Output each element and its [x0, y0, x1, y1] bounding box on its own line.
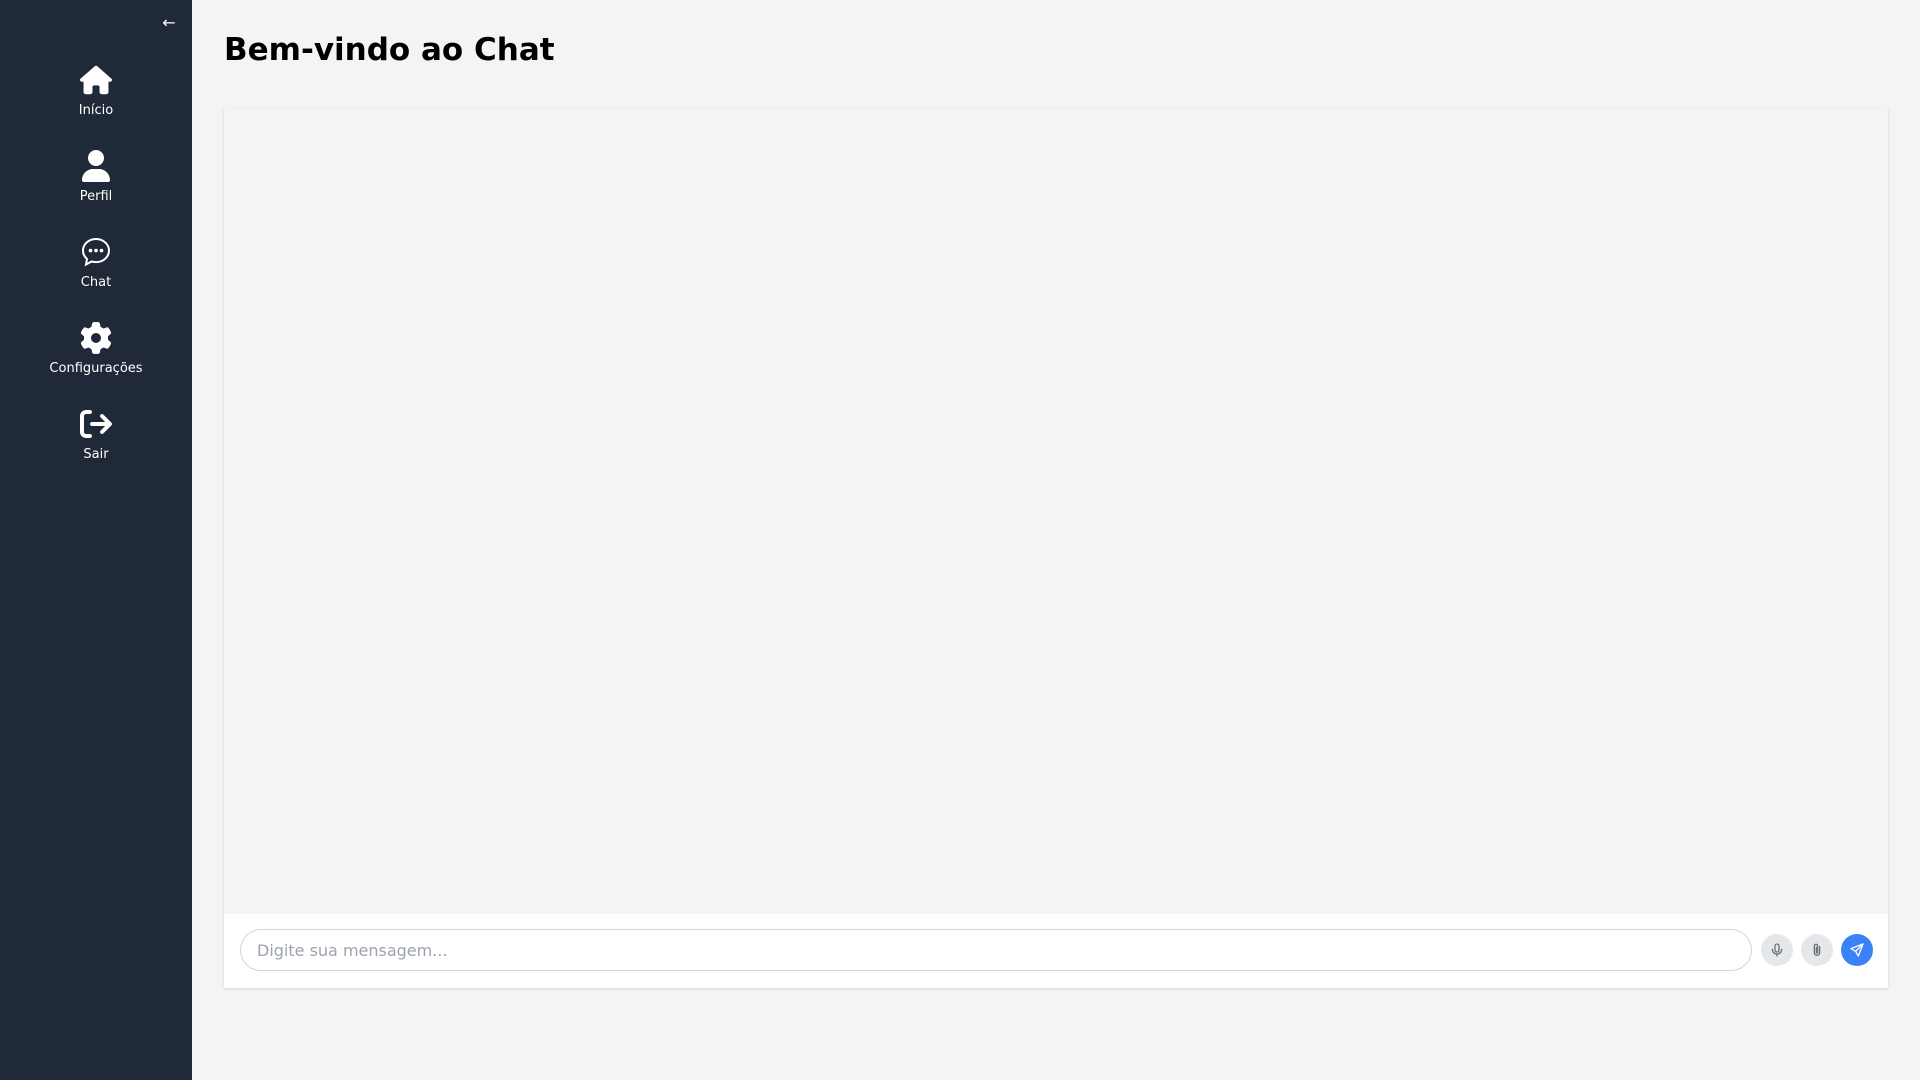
home-icon: [79, 63, 113, 97]
main-content: Bem-vindo ao Chat: [192, 0, 1920, 1080]
user-icon: [79, 149, 113, 183]
page-title: Bem-vindo ao Chat: [224, 32, 555, 68]
collapse-sidebar-button[interactable]: ←: [160, 14, 178, 32]
arrow-left-icon: ←: [162, 13, 176, 32]
microphone-button[interactable]: [1761, 934, 1793, 966]
app: ← Início Perfil Chat Configurações Sair …: [0, 0, 1920, 1080]
message-list[interactable]: [224, 108, 1888, 914]
sidebar-nav: Início Perfil Chat Configurações Sair: [0, 63, 192, 493]
logout-icon: [79, 407, 113, 441]
paperclip-icon: [1813, 943, 1821, 956]
message-input[interactable]: [240, 929, 1752, 971]
sidebar-item-perfil[interactable]: Perfil: [0, 149, 192, 235]
sidebar-item-label: Início: [78, 103, 114, 118]
sidebar-item-label: Sair: [83, 447, 109, 462]
gear-icon: [79, 321, 113, 355]
chat-icon: [79, 235, 113, 269]
chat-panel: [224, 108, 1888, 988]
sidebar-item-sair[interactable]: Sair: [0, 407, 192, 493]
sidebar-item-configuracoes[interactable]: Configurações: [0, 321, 192, 407]
message-composer: [224, 914, 1888, 988]
send-icon: [1850, 943, 1864, 957]
microphone-icon: [1771, 943, 1783, 957]
sidebar-item-label: Perfil: [79, 189, 113, 204]
send-button[interactable]: [1841, 934, 1873, 966]
sidebar: ← Início Perfil Chat Configurações Sair: [0, 0, 192, 1080]
sidebar-item-label: Configurações: [49, 361, 143, 376]
attach-button[interactable]: [1801, 934, 1833, 966]
sidebar-item-inicio[interactable]: Início: [0, 63, 192, 149]
sidebar-item-chat[interactable]: Chat: [0, 235, 192, 321]
sidebar-item-label: Chat: [80, 275, 112, 290]
